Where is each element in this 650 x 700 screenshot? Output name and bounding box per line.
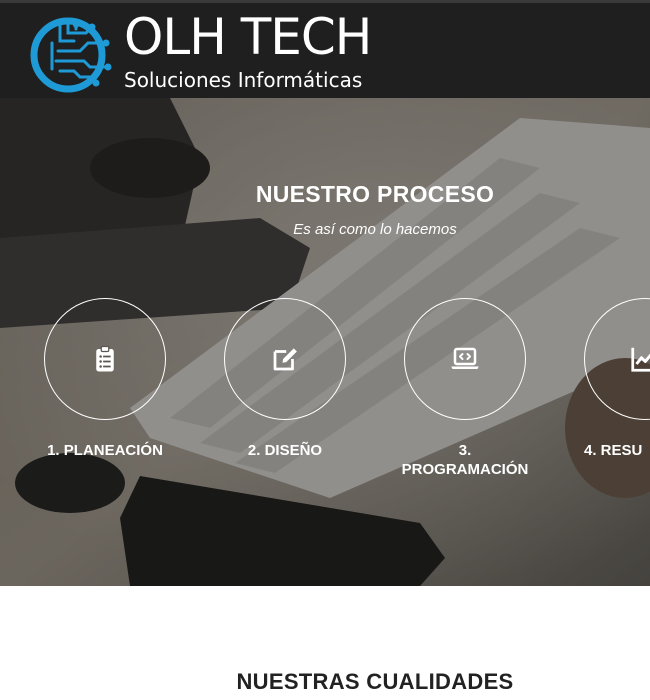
step-circle-resultados[interactable]: [584, 298, 650, 420]
step-label-programacion: 3. PROGRAMACIÓN: [401, 442, 529, 478]
brand-title[interactable]: OLH TECH: [124, 7, 372, 67]
circuit-brain-logo-icon[interactable]: [30, 11, 120, 95]
brand-subtitle: Soluciones Informáticas: [124, 68, 363, 92]
process-title: NUESTRO PROCESO: [255, 181, 495, 207]
process-step-diseno: 2. DISEÑO: [224, 298, 346, 459]
step-circle-diseno[interactable]: [224, 298, 346, 420]
qualities-title: NUESTRAS CUALIDADES: [236, 669, 514, 694]
laptop-code-icon: [451, 347, 479, 369]
step-circle-programacion[interactable]: [404, 298, 526, 420]
edit-icon: [273, 348, 297, 371]
process-subtitle: Es así como lo hacemos: [293, 221, 457, 238]
process-hero-section: NUESTRO PROCESO Es así como lo hacemos 1…: [0, 98, 650, 586]
process-step-programacion: 3. PROGRAMACIÓN: [402, 298, 528, 478]
step-label-resultados: 4. RESU: [584, 442, 643, 459]
step-label-planeacion: 1. PLANEACIÓN: [47, 442, 163, 459]
step-circle-planeacion[interactable]: [44, 298, 166, 420]
site-header: OLH TECH Soluciones Informáticas: [0, 0, 650, 98]
process-step-planeacion: 1. PLANEACIÓN: [44, 298, 166, 459]
process-step-resultados: 4. RESU: [584, 298, 650, 459]
clipboard-list-icon: [96, 345, 114, 372]
step-label-diseno: 2. DISEÑO: [247, 442, 323, 459]
chart-line-icon: [631, 347, 650, 372]
